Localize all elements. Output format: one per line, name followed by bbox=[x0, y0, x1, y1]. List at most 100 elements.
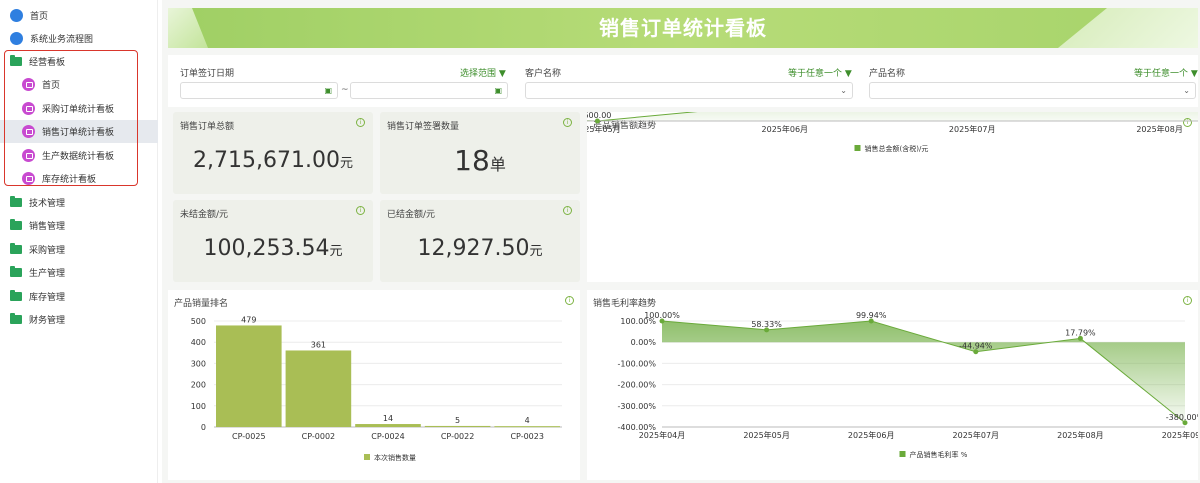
sidebar-item[interactable]: 首页 bbox=[0, 73, 158, 96]
page-title: 销售订单统计看板 bbox=[599, 16, 767, 40]
kpi-unit: 单 bbox=[489, 155, 506, 174]
legend-swatch bbox=[899, 451, 906, 457]
home-icon bbox=[10, 9, 23, 22]
data-label: 58.33% bbox=[751, 320, 782, 329]
x-tick-label: CP-0022 bbox=[441, 432, 474, 441]
x-tick-label: CP-0023 bbox=[510, 432, 543, 441]
product-name-select[interactable]: ⌄ bbox=[869, 82, 1196, 99]
sidebar-item-label: 系统业务流程图 bbox=[30, 35, 94, 45]
x-tick-label: 2025年07月 bbox=[949, 124, 996, 134]
info-icon[interactable]: i bbox=[356, 118, 365, 127]
kpi-value: 18 bbox=[454, 144, 490, 177]
sidebar-item[interactable]: 系统业务流程图 bbox=[0, 27, 158, 50]
sidebar-item-label: 销售订单统计看板 bbox=[42, 128, 115, 138]
sidebar-item[interactable]: 销售订单统计看板 bbox=[0, 120, 158, 143]
bar bbox=[424, 425, 491, 427]
sidebar-item[interactable]: 首页 bbox=[0, 4, 158, 27]
sidebar-item[interactable]: 销售管理 bbox=[0, 214, 158, 237]
main-area: 销售订单统计看板 订单签订日期 选择范围 ▼ ▣ ~ ▣ 客户名称 等于任意一个… bbox=[162, 0, 1200, 483]
sidebar-item[interactable]: 生产管理 bbox=[0, 261, 158, 284]
bar bbox=[355, 424, 421, 427]
folder-icon bbox=[10, 196, 22, 207]
info-icon[interactable]: i bbox=[563, 118, 572, 127]
product-match-selector[interactable]: 等于任意一个 ▼ bbox=[1134, 66, 1198, 79]
y-tick-label: -300.00% bbox=[618, 402, 657, 411]
sidebar-item[interactable]: 采购管理 bbox=[0, 238, 158, 261]
y-tick-label: 100 bbox=[191, 402, 206, 411]
margin-trend-panel: 销售毛利率趋势 i -400.00% -300.00% -200.00% -100.0… bbox=[587, 290, 1198, 480]
y-tick-label: 0 bbox=[201, 423, 206, 432]
sidebar-item[interactable]: 财务管理 bbox=[0, 308, 158, 331]
calendar-icon: ▣ bbox=[494, 86, 502, 95]
dashboard-icon bbox=[22, 78, 35, 91]
sidebar-item-label: 经营看板 bbox=[29, 58, 66, 68]
kpi-title: 已结金额/元 bbox=[387, 210, 436, 220]
sidebar-item[interactable]: 经营看板 bbox=[0, 50, 158, 73]
folder-icon bbox=[10, 290, 22, 301]
sidebar-item[interactable]: 采购订单统计看板 bbox=[0, 97, 158, 120]
sidebar-item-label: 采购订单统计看板 bbox=[42, 105, 115, 115]
data-label: 479 bbox=[241, 315, 256, 324]
x-tick-label: 2025年09月 bbox=[1162, 430, 1198, 440]
folder-icon bbox=[10, 266, 22, 277]
customer-match-selector[interactable]: 等于任意一个 ▼ bbox=[788, 66, 852, 79]
sidebar-item-label: 库存统计看板 bbox=[42, 175, 97, 185]
data-label: 5 bbox=[455, 416, 460, 425]
sidebar-item[interactable]: 技术管理 bbox=[0, 191, 158, 214]
customer-name-select[interactable]: ⌄ bbox=[525, 82, 853, 99]
sales-trend-chart: 0.00200,000.00400,000.00600,000.00800,00… bbox=[587, 112, 1198, 153]
customer-name-label: 客户名称 bbox=[525, 69, 562, 79]
kpi-total-amount: 销售订单总额 i 2,715,671.00元 bbox=[173, 112, 373, 194]
kpi-title: 销售订单总额 bbox=[180, 122, 235, 132]
kpi-settled-amount: 已结金额/元 i 12,927.50元 bbox=[380, 200, 580, 282]
data-label: 99.94% bbox=[856, 311, 887, 320]
product-name-label: 产品名称 bbox=[869, 69, 906, 79]
product-ranking-chart: 0 100 200 300 400 500 479 CP-0025 361 CP-0002 14 CP… bbox=[191, 315, 562, 462]
sidebar-item-label: 首页 bbox=[42, 81, 61, 91]
kpi-title: 销售订单签署数量 bbox=[387, 122, 460, 132]
order-date-end-input[interactable]: ▣ bbox=[350, 82, 508, 99]
data-label: 4 bbox=[525, 416, 530, 425]
folder-icon bbox=[10, 219, 22, 230]
sidebar-item[interactable]: 生产数据统计看板 bbox=[0, 144, 158, 167]
x-tick-label: 2025年05月 bbox=[587, 124, 621, 134]
sidebar-item-label: 财务管理 bbox=[29, 316, 66, 326]
margin-trend-chart: -400.00%-300.00%-200.00%-100.00%0.00%100… bbox=[618, 311, 1198, 459]
dashboard-icon bbox=[22, 125, 35, 138]
chevron-down-icon: ⌄ bbox=[840, 86, 847, 95]
legend-swatch bbox=[364, 454, 370, 460]
kpi-unit: 元 bbox=[329, 244, 343, 259]
sales-trend-panel: 产品销售额趋势 i 0.00200,000.00400,000.00600,00… bbox=[587, 112, 1198, 282]
kpi-title: 未结金额/元 bbox=[180, 210, 229, 220]
bar bbox=[285, 350, 352, 427]
kpi-value: 12,927.50 bbox=[417, 236, 530, 261]
sidebar-item-label: 首页 bbox=[30, 12, 49, 22]
y-tick-label: 500 bbox=[191, 317, 206, 326]
y-tick-label: 300 bbox=[191, 359, 206, 368]
order-date-range-selector[interactable]: 选择范围 ▼ bbox=[460, 66, 506, 79]
chevron-down-icon: ⌄ bbox=[1183, 86, 1190, 95]
folder-icon bbox=[10, 55, 22, 66]
x-tick-label: 2025年06月 bbox=[848, 430, 895, 440]
sidebar-item[interactable]: 库存统计看板 bbox=[0, 167, 158, 190]
sidebar: 首页 系统业务流程图 经营看板 首页 采购订单统计看板 销售订单统计看板 生产数据统计看板库… bbox=[0, 0, 158, 483]
calendar-icon: ▣ bbox=[324, 86, 332, 95]
data-label: 100.00% bbox=[644, 311, 680, 320]
filter-bar: 订单签订日期 选择范围 ▼ ▣ ~ ▣ 客户名称 等于任意一个 ▼ ⌄ 产品名称… bbox=[168, 55, 1198, 107]
dashboard-icon bbox=[22, 149, 35, 162]
kpi-unit: 元 bbox=[529, 244, 543, 259]
order-date-start-input[interactable]: ▣ bbox=[180, 82, 338, 99]
dashboard-icon bbox=[22, 102, 35, 115]
folder-icon bbox=[10, 313, 22, 324]
x-tick-label: CP-0025 bbox=[232, 432, 265, 441]
dashboard-icon bbox=[22, 172, 35, 185]
data-label: 361 bbox=[311, 340, 326, 349]
kpi-unsettled-amount: 未结金额/元 i 100,253.54元 bbox=[173, 200, 373, 282]
legend-label: 本次销售数量 bbox=[374, 453, 416, 462]
bar bbox=[494, 426, 560, 428]
y-tick-label: 0.00% bbox=[631, 338, 657, 347]
sidebar-item-label: 采购管理 bbox=[29, 246, 66, 256]
info-icon[interactable]: i bbox=[563, 206, 572, 215]
sidebar-item[interactable]: 库存管理 bbox=[0, 285, 158, 308]
info-icon[interactable]: i bbox=[356, 206, 365, 215]
